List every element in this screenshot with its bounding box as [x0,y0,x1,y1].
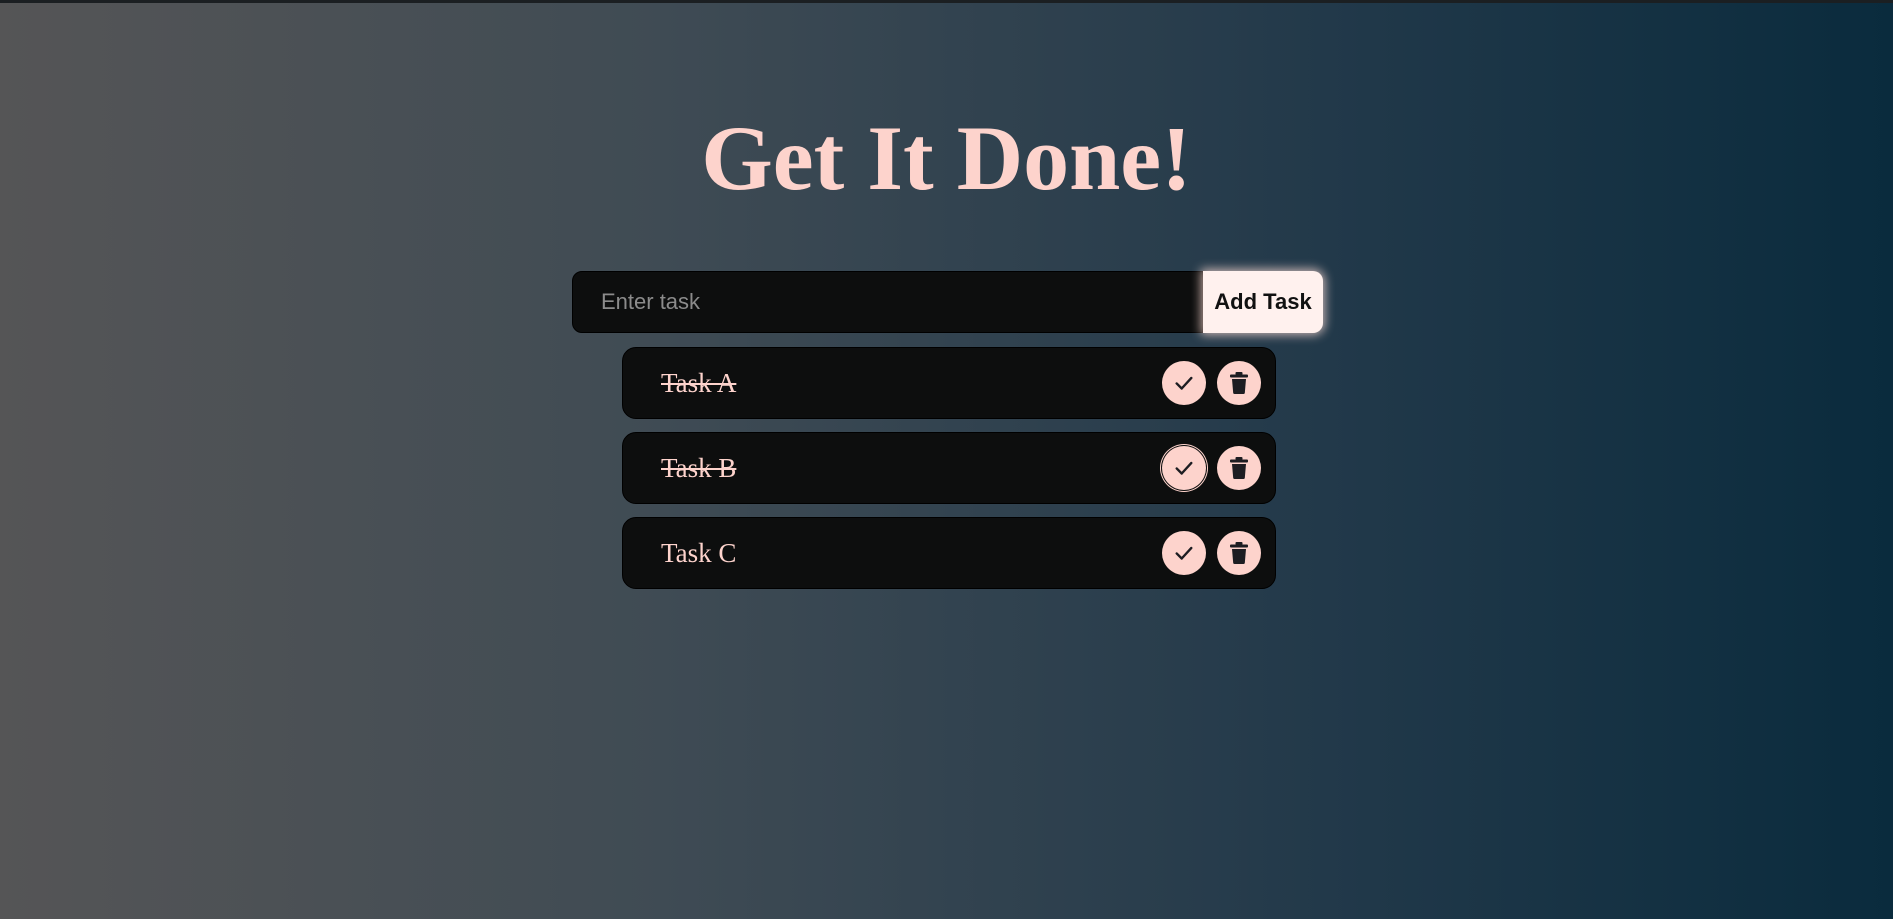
task-list: Task A Task B Task C [622,347,1276,602]
task-label: Task B [661,452,737,483]
task-label: Task A [661,367,737,398]
task-item: Task C [622,517,1276,589]
trash-icon [1230,372,1248,394]
delete-button[interactable] [1217,531,1261,575]
complete-button[interactable] [1162,531,1206,575]
check-icon [1175,546,1193,560]
delete-button[interactable] [1217,446,1261,490]
check-icon [1175,376,1193,390]
trash-icon [1230,457,1248,479]
task-label: Task C [661,537,737,568]
task-item: Task A [622,347,1276,419]
delete-button[interactable] [1217,361,1261,405]
trash-icon [1230,542,1248,564]
add-task-button[interactable]: Add Task [1203,271,1323,333]
complete-button[interactable] [1162,361,1206,405]
complete-button[interactable] [1162,446,1206,490]
task-form: Add Task [572,271,1323,333]
page-title: Get It Done! [701,107,1192,209]
check-icon [1175,461,1193,475]
task-input[interactable] [572,271,1203,333]
task-item: Task B [622,432,1276,504]
